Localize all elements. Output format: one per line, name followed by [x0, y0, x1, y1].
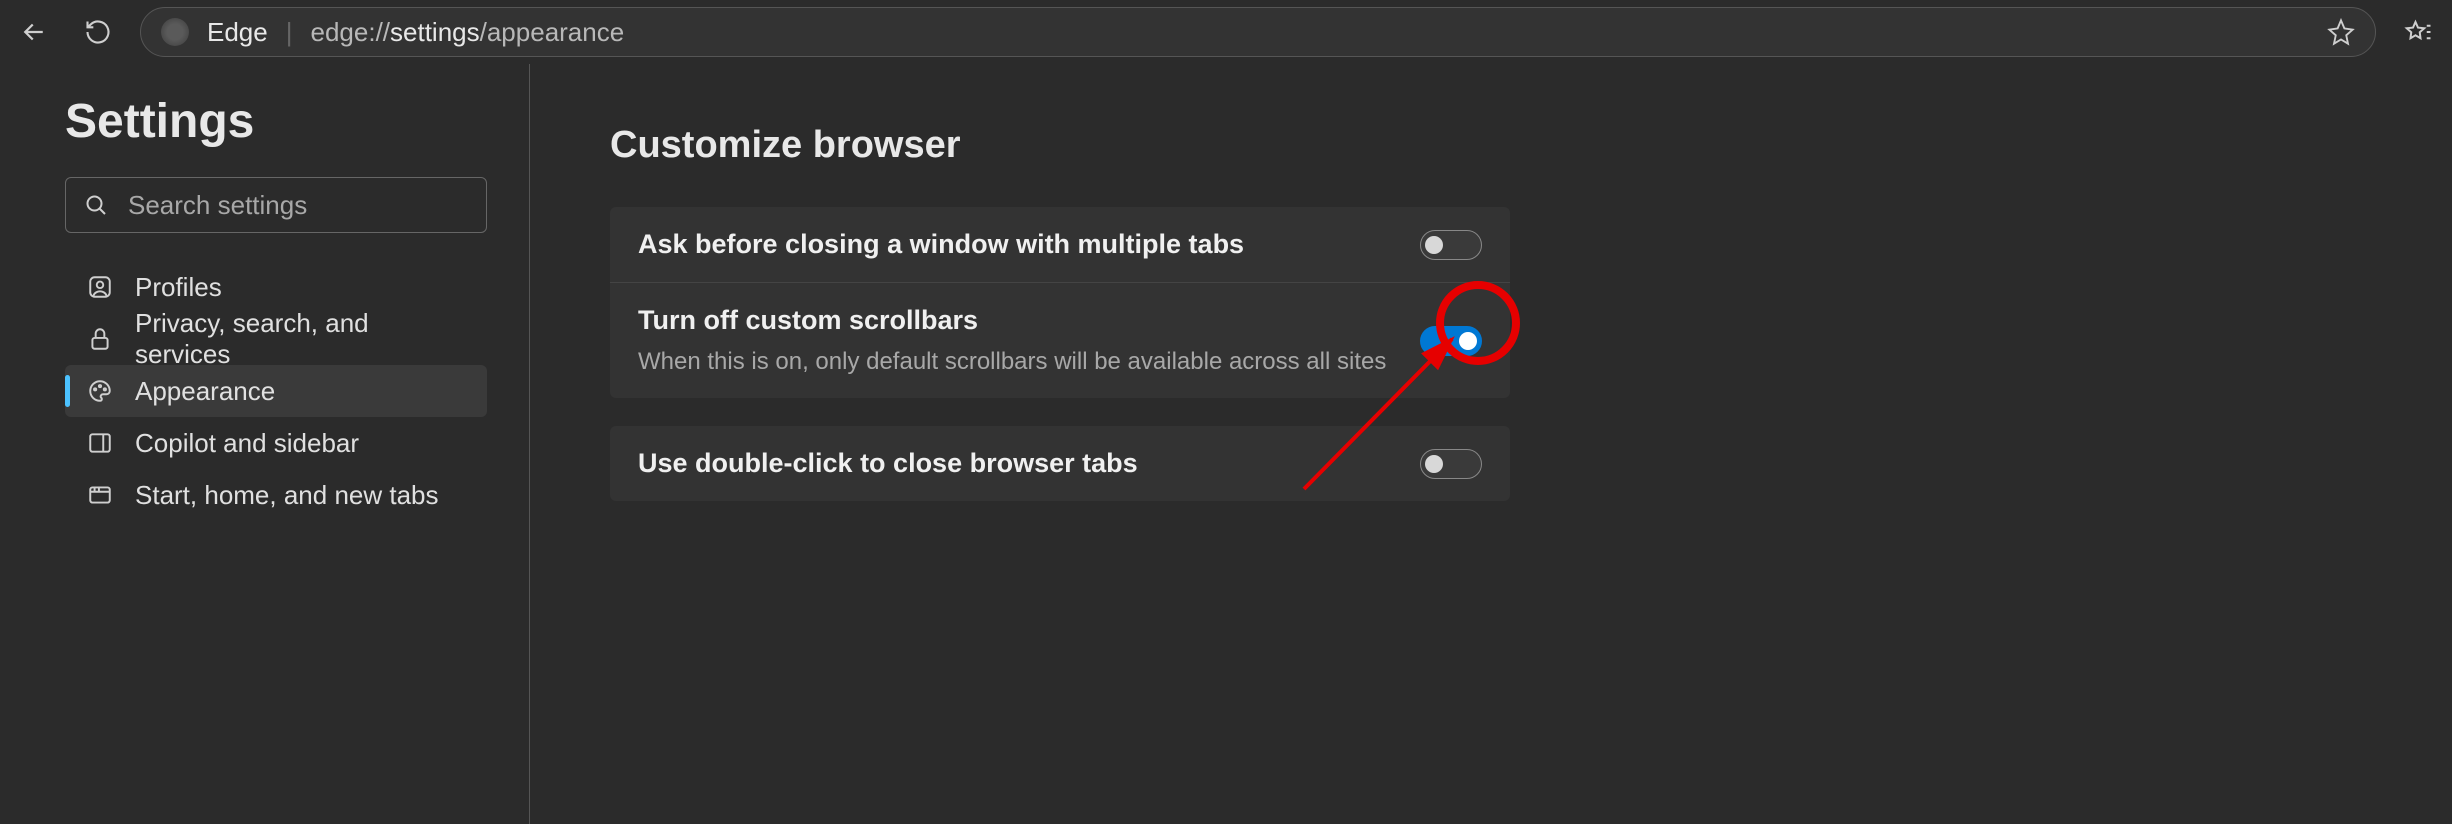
settings-card-1: Ask before closing a window with multipl… — [610, 207, 1510, 398]
search-icon — [84, 193, 108, 217]
toggle-ask-before-close[interactable] — [1420, 230, 1482, 260]
nav-label: Copilot and sidebar — [135, 428, 359, 459]
toggle-custom-scrollbars[interactable] — [1420, 326, 1482, 356]
refresh-button[interactable] — [76, 10, 120, 54]
nav-appearance[interactable]: Appearance — [65, 365, 487, 417]
settings-search[interactable] — [65, 177, 487, 233]
browser-toolbar: Edge | edge://settings/appearance — [0, 0, 2452, 64]
address-separator: | — [286, 17, 293, 48]
nav-privacy[interactable]: Privacy, search, and services — [65, 313, 487, 365]
edge-icon — [161, 18, 189, 46]
search-input[interactable] — [128, 190, 468, 221]
row-title: Ask before closing a window with multipl… — [638, 229, 1420, 260]
settings-content: Customize browser Ask before closing a w… — [530, 64, 2452, 824]
section-title: Customize browser — [610, 124, 2452, 167]
address-brand: Edge — [207, 17, 268, 48]
favorites-button[interactable] — [2396, 10, 2440, 54]
nav-profiles[interactable]: Profiles — [65, 261, 487, 313]
refresh-icon — [84, 18, 112, 46]
toggle-double-click-close[interactable] — [1420, 449, 1482, 479]
back-button[interactable] — [12, 10, 56, 54]
nav-label: Appearance — [135, 376, 275, 407]
settings-card-2: Use double-click to close browser tabs — [610, 426, 1510, 501]
nav-label: Privacy, search, and services — [135, 308, 465, 370]
nav-start-home[interactable]: Start, home, and new tabs — [65, 469, 487, 521]
tabs-icon — [87, 482, 113, 508]
nav-label: Start, home, and new tabs — [135, 480, 439, 511]
arrow-left-icon — [19, 17, 49, 47]
settings-nav: Profiles Privacy, search, and services A… — [65, 261, 529, 521]
row-title: Use double-click to close browser tabs — [638, 448, 1420, 479]
nav-copilot[interactable]: Copilot and sidebar — [65, 417, 487, 469]
favorites-list-icon — [2403, 17, 2433, 47]
row-title: Turn off custom scrollbars — [638, 305, 1420, 336]
address-bar[interactable]: Edge | edge://settings/appearance — [140, 7, 2376, 57]
palette-icon — [87, 378, 113, 404]
settings-title: Settings — [65, 94, 529, 149]
settings-sidebar: Settings Profiles Privacy, search, and s… — [0, 64, 530, 824]
profile-icon — [87, 274, 113, 300]
sidebar-icon — [87, 430, 113, 456]
address-url: edge://settings/appearance — [311, 17, 625, 48]
lock-icon — [87, 326, 113, 352]
star-icon[interactable] — [2327, 18, 2355, 46]
setting-row-ask-before-close: Ask before closing a window with multipl… — [610, 207, 1510, 282]
nav-label: Profiles — [135, 272, 222, 303]
setting-row-custom-scrollbars: Turn off custom scrollbars When this is … — [610, 282, 1510, 398]
setting-row-double-click-close: Use double-click to close browser tabs — [610, 426, 1510, 501]
row-description: When this is on, only default scrollbars… — [638, 348, 1420, 376]
